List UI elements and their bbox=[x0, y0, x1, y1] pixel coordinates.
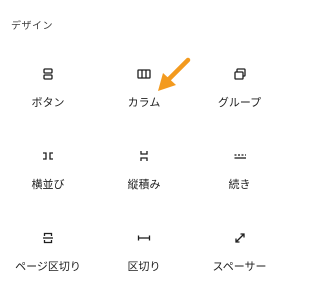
spacer-icon bbox=[229, 227, 251, 249]
group-icon bbox=[229, 63, 251, 85]
category-title: デザイン bbox=[11, 21, 53, 32]
block-item-stack[interactable]: 縦積み bbox=[96, 134, 192, 216]
columns-icon bbox=[133, 63, 155, 85]
block-item-spacer[interactable]: スペーサー bbox=[192, 216, 287, 298]
block-item-separator[interactable]: 区切り bbox=[96, 216, 192, 298]
block-label: カラム bbox=[127, 96, 161, 109]
block-item-group[interactable]: グループ bbox=[192, 52, 287, 134]
stack-icon bbox=[133, 145, 155, 167]
block-label: グループ bbox=[217, 96, 262, 109]
row-icon bbox=[37, 145, 59, 167]
block-label: 横並び bbox=[31, 178, 65, 191]
block-label: 区切り bbox=[127, 260, 161, 273]
block-item-buttons[interactable]: ボタン bbox=[0, 52, 96, 134]
more-icon bbox=[229, 145, 251, 167]
block-label: 続き bbox=[228, 178, 251, 191]
separator-icon bbox=[133, 227, 155, 249]
page-break-icon bbox=[37, 227, 59, 249]
block-item-columns[interactable]: カラム bbox=[96, 52, 192, 134]
block-grid: ボタン カラム グループ 横並び 縦積み 続き ページ区切り 区切り スペーサー bbox=[0, 52, 287, 298]
block-label: 縦積み bbox=[127, 178, 161, 191]
block-label: スペーサー bbox=[212, 260, 267, 273]
block-item-page-break[interactable]: ページ区切り bbox=[0, 216, 96, 298]
block-label: ページ区切り bbox=[15, 260, 81, 273]
buttons-icon bbox=[37, 63, 59, 85]
block-inserter-panel: デザイン ボタン カラム グループ 横並び 縦積み 続き ページ区切り 区切り … bbox=[0, 0, 287, 300]
block-label: ボタン bbox=[31, 96, 65, 109]
block-item-row[interactable]: 横並び bbox=[0, 134, 96, 216]
block-item-more[interactable]: 続き bbox=[192, 134, 287, 216]
